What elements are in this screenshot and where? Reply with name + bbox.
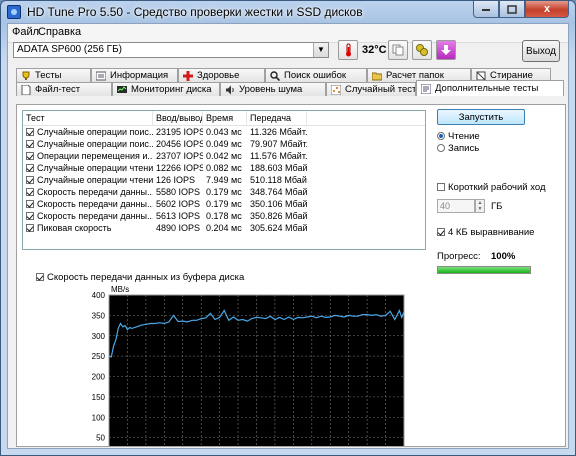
tab-error-scan[interactable]: Поиск ошибок [265, 68, 367, 82]
menu-help[interactable]: Справка [38, 26, 81, 38]
tab-noise-level[interactable]: Уровень шума [220, 82, 326, 96]
temperature-readout: 32°C [362, 44, 387, 56]
options-icon [416, 44, 428, 56]
copy-icon [392, 44, 404, 56]
minimize-button[interactable] [473, 1, 499, 18]
copy-button[interactable] [388, 40, 408, 60]
file-icon [21, 84, 31, 95]
y-tick-label: 350 [92, 311, 106, 320]
y-tick-label: 300 [92, 332, 106, 341]
temperature-button[interactable] [338, 40, 358, 60]
random-icon [330, 84, 342, 95]
monitor-icon [117, 85, 127, 95]
extra-tests-panel: Тест Ввод/вывод Время Передача Случайные… [16, 104, 566, 447]
exit-button[interactable]: Выход [522, 40, 560, 62]
info-icon [95, 71, 107, 81]
drive-select[interactable]: ADATA SP600 (256 ГБ) ▼ [13, 42, 329, 58]
erase-icon [476, 71, 486, 81]
y-tick-label: 150 [92, 393, 106, 402]
y-tick-label: 400 [92, 291, 106, 300]
maximize-button[interactable] [499, 1, 525, 18]
maximize-icon [507, 4, 517, 14]
download-arrow-icon [441, 45, 451, 55]
extra-tests-icon [420, 83, 432, 94]
y-axis-label: MB/s [111, 285, 129, 294]
title-bar[interactable]: HD Tune Pro 5.50 - Средство проверки жес… [1, 1, 575, 23]
magnifier-icon [270, 70, 281, 81]
tab-extra-tests[interactable]: Дополнительные тесты [416, 80, 564, 96]
app-window: HD Tune Pro 5.50 - Средство проверки жес… [0, 0, 576, 456]
thermometer-icon [346, 43, 351, 57]
tabs-bottom-row: Файл-тест Мониторинг диска Уровень шума … [16, 80, 564, 96]
y-tick-label: 250 [92, 352, 106, 361]
client-area: Файл Справка ADATA SP600 (256 ГБ) ▼ 32°C… [7, 23, 569, 449]
tab-health[interactable]: Здоровье [178, 68, 265, 82]
options-button[interactable] [412, 40, 432, 60]
folder-icon [371, 71, 383, 81]
window-title: HD Tune Pro 5.50 - Средство проверки жес… [27, 5, 363, 19]
menu-file[interactable]: Файл [12, 26, 39, 38]
tab-file-benchmark[interactable]: Файл-тест [16, 82, 112, 96]
tab-benchmark[interactable]: Тесты [16, 68, 91, 82]
tab-info[interactable]: Информация [91, 68, 178, 82]
y-tick-label: 200 [92, 373, 106, 382]
save-screenshot-button[interactable] [436, 40, 456, 60]
health-cross-icon [183, 70, 193, 81]
tab-disk-monitor[interactable]: Мониторинг диска [112, 82, 220, 96]
close-button[interactable]: x [525, 1, 569, 18]
drive-select-value: ADATA SP600 (256 ГБ) [17, 44, 122, 55]
app-icon [7, 5, 21, 19]
y-tick-label: 100 [92, 413, 106, 422]
speaker-icon [225, 85, 235, 95]
menu-bar: Файл Справка [8, 24, 568, 43]
minimize-icon [482, 9, 490, 11]
y-tick-label: 50 [96, 434, 105, 443]
chevron-down-icon[interactable]: ▼ [313, 43, 328, 57]
tab-random-access[interactable]: Случайный тест [326, 82, 416, 96]
benchmark-icon [21, 71, 31, 81]
transfer-chart: 050100150200250300350400MB/s048162432404… [92, 285, 405, 446]
